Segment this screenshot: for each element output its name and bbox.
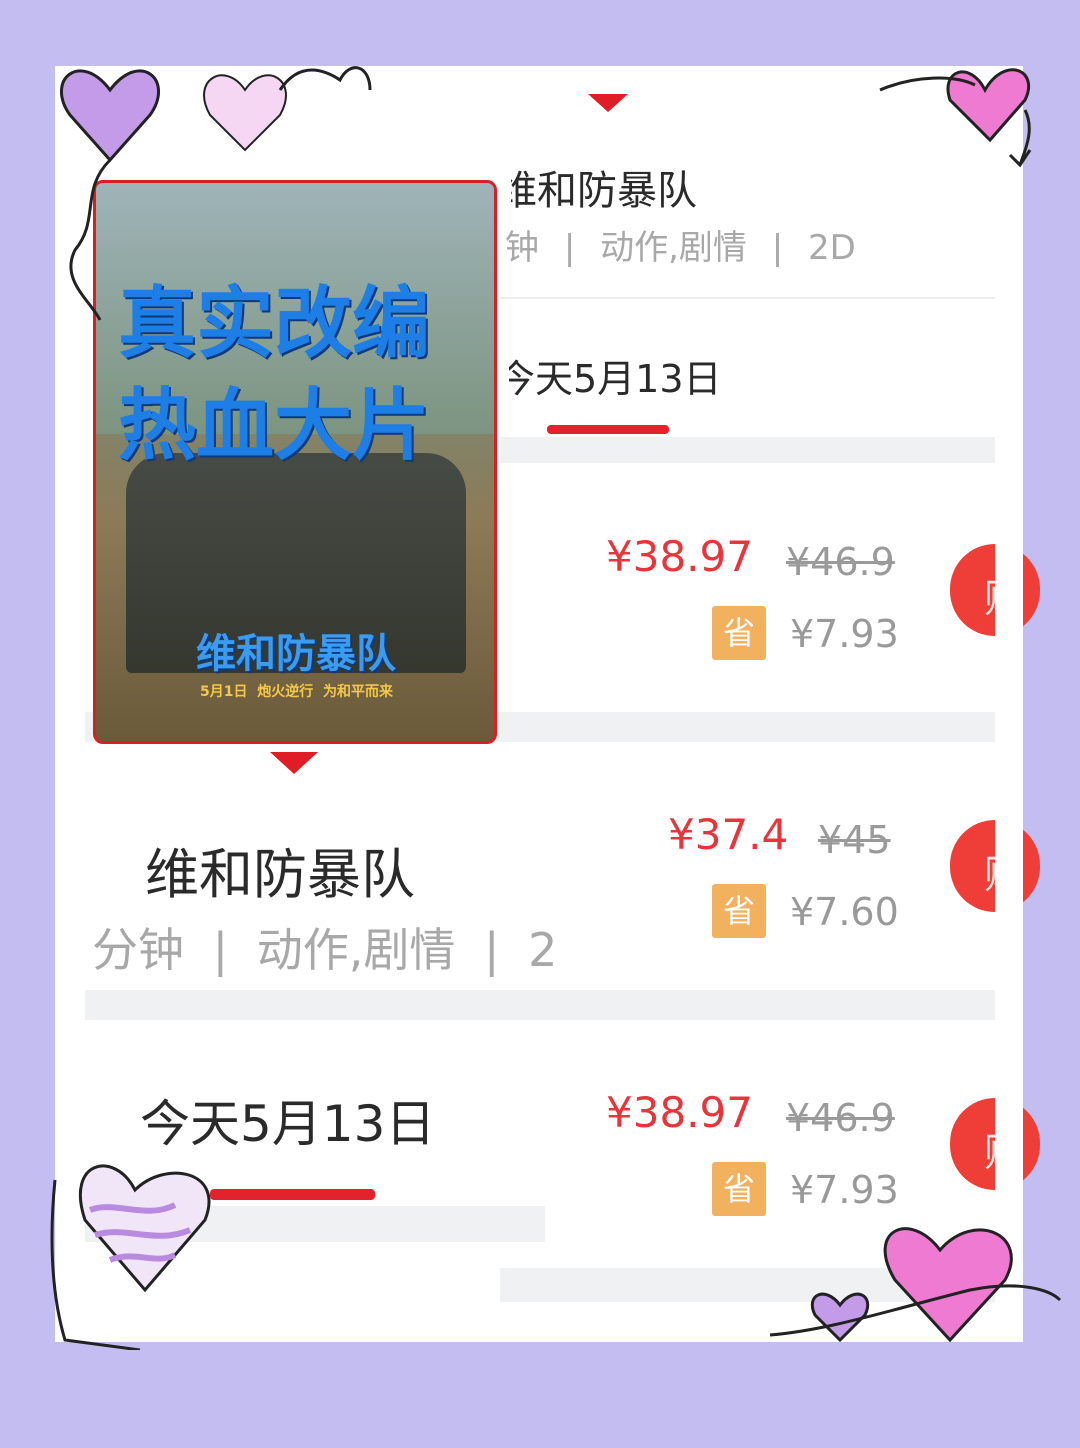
save-badge: 省 [712,1162,766,1216]
save-amount: ¥7.60 [790,890,899,934]
heart-doodle-icon [770,1227,1062,1343]
poster-title: 维和防暴队 [196,631,396,677]
showtime-price: ¥37.4 [668,810,789,859]
save-amount: ¥7.93 [790,612,899,656]
showtime-original-price: ¥46.9 [786,540,895,584]
meta-duration: 分钟 [92,923,184,977]
showtime-price: ¥38.97 [606,1088,753,1137]
date-tab-partial[interactable]: 今天5月13日 [509,348,722,403]
meta-format: 2D [808,228,856,268]
movie-title: 维和防暴队 [145,843,415,906]
movie-title-partial: 维和防暴队 [497,168,697,214]
meta-genre: 动作,剧情 [600,228,747,268]
poster-tagline: 5月1日 炮火逆行 为和平而来 [200,684,393,700]
section-gap [85,990,995,1020]
heart-doodle-icon [879,68,1032,168]
showtime-original-price: ¥45 [818,818,891,862]
heart-doodle-icon [59,66,372,321]
meta-genre: 动作,剧情 [256,923,456,977]
showtime-price: ¥38.97 [606,532,753,581]
card-right-edge [995,66,1023,1342]
date-tab-underline [547,425,669,434]
showtime-original-price: ¥46.9 [786,1096,895,1140]
movie-meta-row: 分钟 | 动作,剧情 | 2D [92,914,560,980]
divider [500,297,995,299]
meta-separator: | [484,923,500,977]
meta-separator: | [771,228,784,268]
dropdown-triangle-icon [588,94,628,112]
meta-separator: | [212,923,229,977]
heart-doodle-icon [50,1164,211,1350]
meta-duration: 钟 [505,228,539,268]
save-amount: ¥7.93 [790,1168,899,1212]
date-tab[interactable]: 今天5月13日 [140,1084,435,1156]
section-gap [500,437,995,463]
poster-headline-line2: 热血大片 [118,381,431,471]
dropdown-triangle-icon [270,752,318,774]
movie-meta-row-partial: 钟 | 动作,剧情 | 2D [505,220,856,269]
meta-format: 2D [528,923,560,977]
save-badge: 省 [712,884,766,938]
save-badge: 省 [712,606,766,660]
meta-separator: | [563,228,576,268]
